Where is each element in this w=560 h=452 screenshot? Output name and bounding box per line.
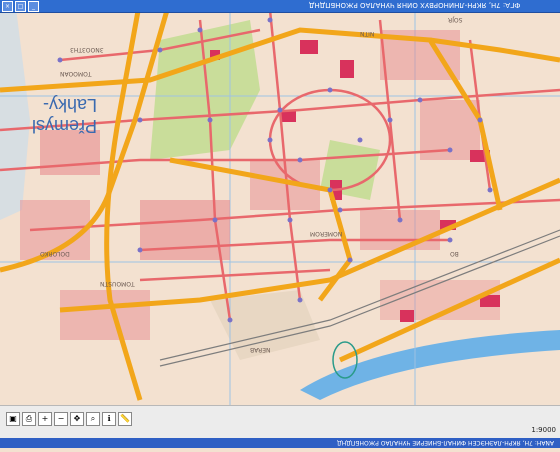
minimize-icon[interactable]: _ <box>28 1 39 12</box>
map-small-label: BO <box>450 250 459 257</box>
map-toolbar: ▣ ⎙ + − ✥ ⌕ ℹ 📏 1:9000 ANAH: 7H, ЯКРН-ЛА… <box>0 405 560 448</box>
search-button[interactable]: ⌕ <box>86 412 100 426</box>
maximize-icon[interactable]: □ <box>15 1 26 12</box>
district-label-line2: Přemysl <box>32 116 98 136</box>
map-small-label: NITN <box>360 30 375 37</box>
window-title: ФГА: 7H, ЯКРН-ЛНИНОРВУХ ОИНЯ ЧУНАЛАО РЖО… <box>308 1 520 9</box>
map-small-label: TOMOOAN <box>60 70 92 77</box>
window-title-bar[interactable]: × □ _ ФГА: 7H, ЯКРН-ЛНИНОРВУХ ОИНЯ ЧУНАЛ… <box>0 0 560 13</box>
map-small-label: TOMOUSTN <box>100 280 135 287</box>
window-controls: × □ _ <box>2 1 39 12</box>
save-button[interactable]: ▣ <box>6 412 20 426</box>
taskbar[interactable]: ANAH: 7H, ЯКРН-ЛАЭНЭСЕН ФИНАЛ-БНИЕРИЕ ЧУ… <box>0 438 560 448</box>
map-small-label: SOJR <box>448 16 463 23</box>
map-small-label: 3NOO3TH3 <box>70 46 104 53</box>
close-icon[interactable]: × <box>2 1 13 12</box>
district-label: Přemysl Lahky- <box>32 94 97 136</box>
district-label-line1: Lahky- <box>42 95 98 115</box>
taskbar-text: ANAH: 7H, ЯКРН-ЛАЭНЭСЕН ФИНАЛ-БНИЕРИЕ ЧУ… <box>336 439 554 446</box>
map-small-label: NOMEROM <box>310 230 343 237</box>
measure-button[interactable]: 📏 <box>118 412 132 426</box>
map-small-label: DOLORKO <box>40 250 70 257</box>
zoom-out-button[interactable]: − <box>54 412 68 426</box>
pan-button[interactable]: ✥ <box>70 412 84 426</box>
scale-readout: 1:9000 <box>531 426 556 434</box>
map-canvas[interactable] <box>0 0 560 448</box>
print-button[interactable]: ⎙ <box>22 412 36 426</box>
map-small-label: NERAB <box>250 346 271 353</box>
city-map[interactable]: Přemysl Lahky- TOMOOAN 3NOO3TH3 NERAB DO… <box>0 0 560 448</box>
zoom-in-button[interactable]: + <box>38 412 52 426</box>
info-button[interactable]: ℹ <box>102 412 116 426</box>
